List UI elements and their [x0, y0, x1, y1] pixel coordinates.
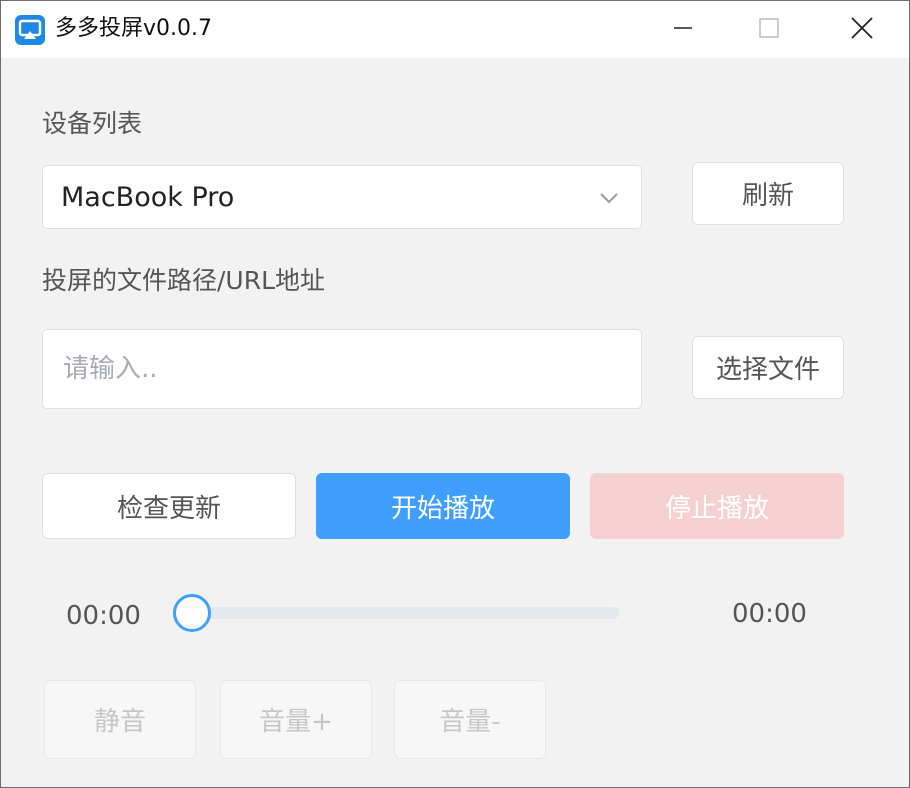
cast-screen-icon [15, 15, 45, 45]
maximize-icon [759, 17, 779, 42]
title-bar: 多多投屏v0.0.7 [1, 1, 909, 58]
check-update-button[interactable]: 检查更新 [42, 473, 296, 539]
total-time: 00:00 [732, 599, 807, 629]
app-window: 多多投屏v0.0.7 设备列表 MacBook Pro 刷新 投屏的文件路径/U… [0, 0, 910, 788]
file-path-input[interactable] [42, 329, 642, 409]
minimize-button[interactable] [637, 1, 729, 58]
volume-down-button: 音量- [394, 680, 546, 759]
mute-button: 静音 [44, 680, 196, 759]
start-playback-button[interactable]: 开始播放 [316, 473, 570, 539]
maximize-button[interactable] [723, 1, 815, 58]
file-path-label: 投屏的文件路径/URL地址 [42, 266, 326, 295]
volume-up-button: 音量+ [220, 680, 372, 759]
choose-file-button[interactable]: 选择文件 [692, 336, 844, 399]
progress-slider-thumb[interactable] [173, 594, 211, 632]
stop-playback-button: 停止播放 [590, 473, 844, 539]
progress-slider-track[interactable] [191, 607, 619, 619]
minimize-icon [674, 19, 692, 41]
window-title: 多多投屏v0.0.7 [55, 16, 212, 41]
close-icon [851, 16, 873, 43]
current-time: 00:00 [66, 601, 141, 631]
close-button[interactable] [816, 1, 908, 58]
device-select-value: MacBook Pro [61, 182, 235, 213]
device-list-label: 设备列表 [42, 109, 143, 138]
chevron-down-icon [599, 190, 619, 209]
refresh-button[interactable]: 刷新 [692, 162, 844, 225]
device-select[interactable]: MacBook Pro [42, 165, 642, 229]
